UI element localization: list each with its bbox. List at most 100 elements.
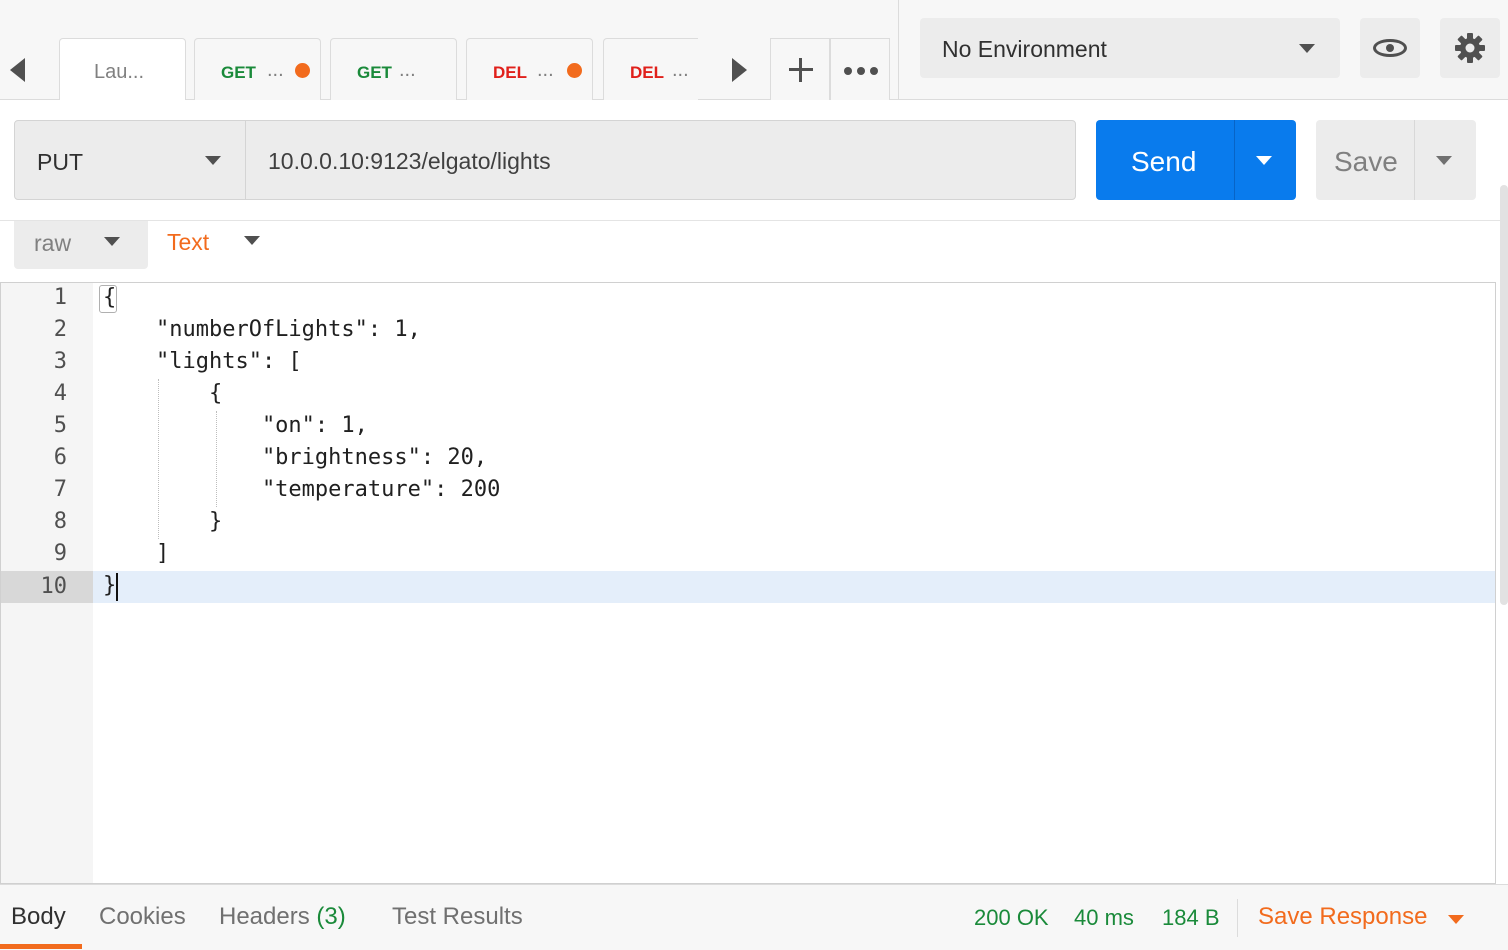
- http-method-label: PUT: [37, 149, 83, 175]
- save-response-button[interactable]: Save Response: [1258, 903, 1427, 931]
- manage-environments-button[interactable]: [1440, 18, 1500, 78]
- indent-guide: [158, 379, 159, 539]
- tab-method-del: DEL: [630, 63, 664, 82]
- tab-method-get: GET: [357, 63, 392, 82]
- divider: [898, 0, 899, 100]
- plus-icon: [789, 58, 813, 82]
- request-tab-2[interactable]: GET ...: [194, 38, 321, 100]
- headers-count-badge: (3): [316, 903, 346, 930]
- chevron-down-icon: [1299, 44, 1315, 53]
- line-number: 1: [53, 285, 67, 310]
- code-text: "lights": [: [103, 349, 302, 374]
- new-tab-button[interactable]: [770, 38, 830, 100]
- line-number: 9: [53, 541, 67, 566]
- text-cursor: [116, 573, 118, 601]
- more-horizontal-icon: [844, 67, 878, 75]
- tab-response-headers[interactable]: Headers (3): [219, 903, 346, 931]
- code-line: 7 "temperature": 200: [1, 475, 1495, 507]
- code-line: 4 {: [1, 379, 1495, 411]
- indent-guide: [216, 411, 217, 507]
- response-time: 40 ms: [1074, 905, 1134, 930]
- code-text: "on": 1,: [103, 413, 368, 438]
- line-number: 7: [53, 477, 67, 502]
- more-tabs-button[interactable]: [830, 38, 890, 100]
- environment-quick-look-button[interactable]: [1360, 18, 1420, 78]
- scroll-tabs-left-icon[interactable]: [10, 58, 25, 82]
- eye-icon: [1373, 39, 1407, 57]
- content-type-label: Text: [167, 229, 210, 255]
- unsaved-dot-icon: [567, 63, 582, 78]
- save-options-chevron-icon[interactable]: [1436, 156, 1452, 165]
- code-text: ]: [103, 541, 170, 566]
- url-input[interactable]: 10.0.0.10:9123/elgato/lights: [245, 120, 1076, 200]
- body-mode-label: raw: [34, 230, 72, 256]
- tab-title: ...: [267, 59, 284, 81]
- tab-title: Lau...: [94, 61, 145, 83]
- save-button[interactable]: Save: [1316, 120, 1476, 200]
- gear-icon: [1455, 33, 1485, 63]
- line-number: 10: [1, 571, 93, 603]
- tab-response-body[interactable]: Body: [11, 903, 66, 931]
- code-line: 6 "brightness": 20,: [1, 443, 1495, 475]
- tab-response-cookies[interactable]: Cookies: [99, 903, 186, 931]
- code-text: "numberOfLights": 1,: [103, 317, 421, 342]
- http-method-select[interactable]: PUT: [14, 120, 246, 200]
- tab-title: ...: [537, 59, 554, 81]
- code-text: "brightness": 20,: [103, 445, 488, 470]
- divider: [1234, 120, 1235, 200]
- send-label: Send: [1131, 146, 1197, 177]
- tab-test-results[interactable]: Test Results: [392, 903, 523, 931]
- divider: [1414, 120, 1415, 200]
- code-text: }: [103, 573, 117, 598]
- chevron-down-icon: [104, 237, 120, 246]
- code-line: 3 "lights": [: [1, 347, 1495, 379]
- chevron-down-icon: [205, 156, 221, 165]
- response-bar: Body Cookies Headers (3) Test Results 20…: [0, 884, 1508, 950]
- code-line: 2 "numberOfLights": 1,: [1, 315, 1495, 347]
- response-status: 200 OK: [974, 905, 1049, 930]
- divider: [0, 220, 1508, 221]
- environment-label: No Environment: [942, 36, 1107, 62]
- line-number: 6: [53, 445, 67, 470]
- scroll-tabs-right-icon[interactable]: [732, 58, 747, 82]
- send-options-chevron-icon[interactable]: [1256, 156, 1272, 165]
- tab-method-get: GET: [221, 63, 256, 82]
- editor-scrollbar[interactable]: [1500, 185, 1508, 605]
- tab-bar: Lau... GET ... GET ... DEL ... DEL ... N…: [0, 0, 1508, 100]
- code-line: 1 {: [1, 283, 1495, 315]
- environment-select[interactable]: No Environment: [920, 18, 1340, 78]
- chevron-down-icon: [244, 236, 260, 245]
- chevron-down-icon[interactable]: [1448, 915, 1464, 924]
- line-number: 8: [53, 509, 67, 534]
- tab-title: ...: [672, 59, 689, 81]
- bracket-match-highlight: [99, 285, 117, 313]
- tab-label: Headers: [219, 903, 310, 930]
- code-text: "temperature": 200: [103, 477, 501, 502]
- save-label: Save: [1334, 146, 1398, 177]
- code-line: 9 ]: [1, 539, 1495, 571]
- tab-method-del: DEL: [493, 63, 527, 82]
- url-value: 10.0.0.10:9123/elgato/lights: [268, 148, 551, 174]
- code-line: 8 }: [1, 507, 1495, 539]
- body-mode-select[interactable]: raw: [14, 221, 148, 269]
- response-size: 184 B: [1162, 905, 1220, 930]
- line-number: 5: [53, 413, 67, 438]
- code-text: }: [103, 509, 223, 534]
- tab-title: ...: [399, 59, 416, 81]
- request-tab-4[interactable]: DEL ...: [466, 38, 593, 100]
- send-button[interactable]: Send: [1096, 120, 1296, 200]
- line-number: 4: [53, 381, 67, 406]
- code-line: 5 "on": 1,: [1, 411, 1495, 443]
- body-editor[interactable]: 1 { 2 "numberOfLights": 1, 3 "lights": […: [0, 282, 1496, 884]
- active-tab-indicator: [0, 944, 82, 949]
- request-tab-1[interactable]: Lau...: [59, 38, 186, 100]
- line-number: 2: [53, 317, 67, 342]
- divider: [1237, 899, 1238, 937]
- code-text: {: [103, 381, 223, 406]
- request-tab-5[interactable]: DEL ...: [603, 38, 698, 100]
- request-tab-3[interactable]: GET ...: [330, 38, 457, 100]
- unsaved-dot-icon: [295, 63, 310, 78]
- request-tab-5-clip: DEL ...: [603, 38, 698, 100]
- line-number: 3: [53, 349, 67, 374]
- code-line-active: 10 }: [1, 571, 1495, 603]
